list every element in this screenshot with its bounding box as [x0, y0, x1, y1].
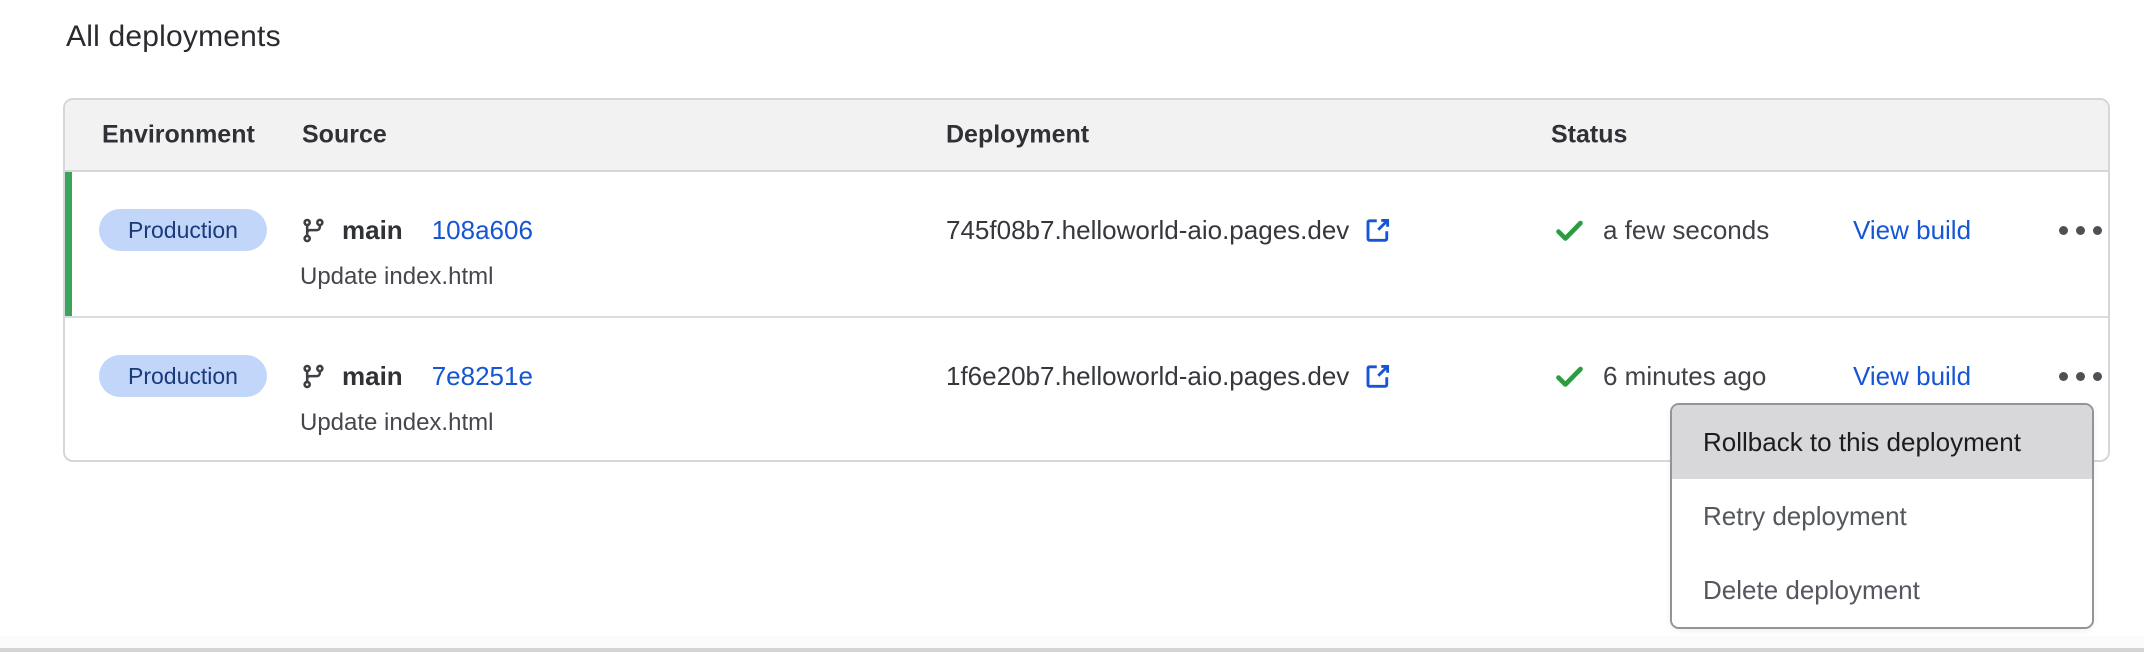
column-header-status: Status [1551, 121, 1627, 150]
current-deployment-indicator [65, 172, 72, 316]
environment-badge: Production [99, 209, 267, 251]
source-cell: main 108a606 [300, 209, 533, 251]
column-header-source: Source [302, 121, 387, 150]
git-branch-icon [300, 363, 327, 390]
table-row: Production main 108a606 Update index.htm… [65, 172, 2108, 318]
section-bottom-divider [0, 648, 2144, 652]
environment-badge: Production [99, 355, 267, 397]
menu-item-delete[interactable]: Delete deployment [1672, 553, 2092, 627]
table-header-row: Environment Source Deployment Status [65, 100, 2108, 172]
commit-link[interactable]: 108a606 [432, 215, 533, 246]
deployment-url-text: 1f6e20b7.helloworld-aio.pages.dev [946, 361, 1349, 392]
row-actions-menu-button[interactable] [2025, 199, 2110, 261]
check-icon [1553, 360, 1586, 393]
status-time: 6 minutes ago [1603, 361, 1766, 392]
ellipsis-menu-icon [2059, 226, 2068, 235]
external-link-icon [1363, 361, 1393, 391]
view-build-link[interactable]: View build [1853, 355, 1971, 397]
source-cell: main 7e8251e [300, 355, 533, 397]
ellipsis-menu-icon [2059, 372, 2068, 381]
git-branch-icon [300, 217, 327, 244]
deployment-actions-menu: Rollback to this deployment Retry deploy… [1670, 403, 2094, 629]
branch-name: main [342, 215, 403, 246]
commit-message: Update index.html [300, 409, 493, 437]
view-build-link[interactable]: View build [1853, 209, 1971, 251]
branch-name: main [342, 361, 403, 392]
column-header-environment: Environment [102, 121, 255, 150]
deployment-url-link[interactable]: 745f08b7.helloworld-aio.pages.dev [946, 209, 1393, 251]
menu-item-rollback[interactable]: Rollback to this deployment [1672, 405, 2092, 479]
external-link-icon [1363, 215, 1393, 245]
commit-message: Update index.html [300, 263, 493, 291]
status-time: a few seconds [1603, 215, 1769, 246]
page-title: All deployments [66, 20, 281, 54]
check-icon [1553, 214, 1586, 247]
deployment-url-text: 745f08b7.helloworld-aio.pages.dev [946, 215, 1349, 246]
row-actions-menu-button[interactable] [2025, 345, 2110, 407]
section-bottom-band [0, 636, 2144, 648]
menu-item-retry[interactable]: Retry deployment [1672, 479, 2092, 553]
commit-link[interactable]: 7e8251e [432, 361, 533, 392]
status-cell: a few seconds [1553, 209, 1769, 251]
deployment-url-link[interactable]: 1f6e20b7.helloworld-aio.pages.dev [946, 355, 1393, 397]
column-header-deployment: Deployment [946, 121, 1089, 150]
status-cell: 6 minutes ago [1553, 355, 1766, 397]
